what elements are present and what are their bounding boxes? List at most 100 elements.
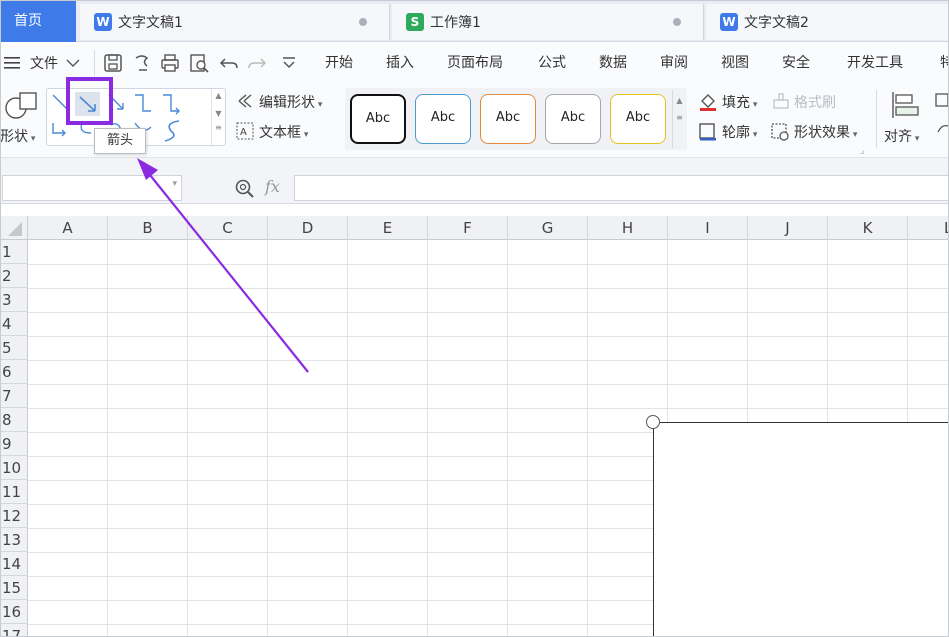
dialog-launcher-icon[interactable]: ⌟ [860,146,864,156]
column-header-f[interactable]: F [428,216,508,240]
row-header-4[interactable]: 4 [0,312,28,336]
gallery-expand-icon[interactable]: ≡ [212,121,225,135]
textbox-icon: A [236,122,254,140]
align-label: 对齐 [884,129,912,145]
outline-button[interactable]: 轮廓 ▾ [722,122,757,142]
fx-icon[interactable]: fx [265,177,280,196]
shape-style-gray[interactable]: Abc [545,94,601,144]
redo-icon[interactable] [246,52,268,74]
column-header-e[interactable]: E [348,216,428,240]
scroll-up-icon[interactable]: ▲ [212,89,225,103]
fill-bucket-icon [700,94,716,111]
row-header-2[interactable]: 2 [0,264,28,288]
row-header-9[interactable]: 9 [0,432,28,456]
row-header-16[interactable]: 16 [0,600,28,624]
column-header-l[interactable]: L [908,216,949,240]
row-header-14[interactable]: 14 [0,552,28,576]
menu-developer[interactable]: 开发工具 [847,42,903,84]
shape-style-black[interactable]: Abc [350,94,406,144]
row-header-13[interactable]: 13 [0,528,28,552]
column-header-g[interactable]: G [508,216,588,240]
formula-input[interactable] [294,175,949,201]
formula-bar: ▾ fx [0,158,949,204]
textbox-button[interactable]: 文本框 ▾ [259,122,308,142]
menu-row: 文件 开始 插入 页面布局 公式 数据 审阅 视图 安全 开发工具 特 [0,42,949,84]
group-icon[interactable] [934,92,949,148]
chevron-down-icon[interactable]: ▾ [172,179,177,189]
row-header-12[interactable]: 12 [0,504,28,528]
row-header-10[interactable]: 10 [0,456,28,480]
row-header-17[interactable]: 17 [0,624,28,637]
tab-doc-2[interactable]: W 文字文稿2 [706,4,949,40]
format-painter-button[interactable]: 格式刷 [794,92,836,112]
scroll-down-icon[interactable]: ▼ [212,107,225,121]
menu-security[interactable]: 安全 [782,42,810,84]
menu-page-layout[interactable]: 页面布局 [447,42,503,84]
svg-text:A: A [240,127,247,138]
fill-button[interactable]: 填充 ▾ [722,92,757,112]
shape-style-yellow[interactable]: Abc [610,94,666,144]
save-icon[interactable] [102,52,124,74]
row-header-11[interactable]: 11 [0,480,28,504]
style-gallery-scroll[interactable]: ▲ ≡ [672,90,686,148]
textbox-label: 文本框 [259,125,301,141]
menu-home[interactable]: 开始 [325,42,353,84]
shape-effect-button[interactable]: 形状效果 ▾ [794,122,857,142]
tab-workbook-1[interactable]: S 工作簿1 [392,4,704,40]
column-header-j[interactable]: J [748,216,828,240]
menu-formulas[interactable]: 公式 [538,42,566,84]
menu-view[interactable]: 视图 [721,42,749,84]
shape-style-orange[interactable]: Abc [480,94,536,144]
row-header-1[interactable]: 1 [0,240,28,264]
select-all-corner[interactable] [0,216,28,240]
print-icon[interactable] [159,52,181,74]
export-icon[interactable] [131,52,153,74]
menu-data[interactable]: 数据 [599,42,627,84]
outline-icon [699,123,716,141]
edit-shape-button[interactable]: 编辑形状 ▾ [259,92,322,112]
shapes-label: 形状 [0,129,28,145]
row-header-8[interactable]: 8 [0,408,28,432]
tab-doc-1[interactable]: W 文字文稿1 [80,4,390,40]
file-menu-label: 文件 [30,56,58,72]
column-header-k[interactable]: K [828,216,908,240]
print-preview-icon[interactable] [188,52,210,74]
column-header-i[interactable]: I [668,216,748,240]
zoom-search-icon[interactable] [234,178,256,200]
menu-review[interactable]: 审阅 [660,42,688,84]
undo-icon[interactable] [218,52,240,74]
column-header-c[interactable]: C [188,216,268,240]
gallery-expand-icon[interactable]: ≡ [673,113,686,122]
column-header-a[interactable]: A [28,216,108,240]
inserted-shape[interactable] [653,422,949,637]
row-header-5[interactable]: 5 [0,336,28,360]
hamburger-icon [4,57,20,69]
shapes-icon[interactable] [4,90,40,120]
row-header-7[interactable]: 7 [0,384,28,408]
name-box[interactable]: ▾ [2,175,182,201]
select-all-triangle-icon [8,222,22,236]
shapes-button[interactable]: 形状 ▾ [0,126,35,146]
align-button[interactable]: 对齐 ▾ [884,126,919,146]
shape-effect-label: 形状效果 [794,125,850,141]
writer-icon: W [94,13,112,31]
fill-label: 填充 [722,95,750,111]
column-header-b[interactable]: B [108,216,188,240]
column-header-d[interactable]: D [268,216,348,240]
scroll-up-icon[interactable]: ▲ [673,96,686,105]
customize-dropdown-icon[interactable] [278,52,300,74]
shape-style-blue[interactable]: Abc [415,94,471,144]
format-painter-icon [773,93,789,109]
row-header-6[interactable]: 6 [0,360,28,384]
row-header-15[interactable]: 15 [0,576,28,600]
menu-special[interactable]: 特 [940,42,949,84]
align-icon [892,92,919,118]
row-header-3[interactable]: 3 [0,288,28,312]
tab-home[interactable]: 首页 [0,0,76,42]
column-header-h[interactable]: H [588,216,668,240]
shape-resize-handle[interactable] [646,415,660,429]
gallery-scroll[interactable]: ▲ ▼ ≡ [211,89,225,147]
spreadsheet-icon: S [406,13,424,31]
menu-insert[interactable]: 插入 [386,42,414,84]
edit-shape-label: 编辑形状 [259,95,315,111]
